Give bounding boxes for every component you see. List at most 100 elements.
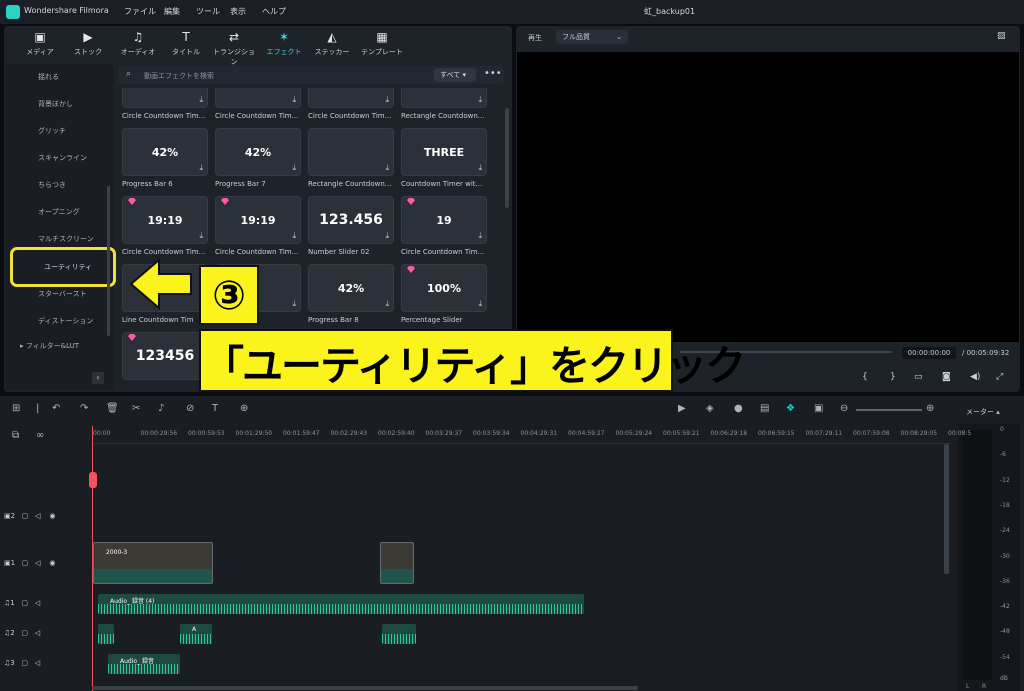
fullscreen-icon[interactable]: ⤢ [996,372,1003,382]
menu-view[interactable]: 表示 [230,6,246,17]
tab-audio[interactable]: ♫ オーディオ [116,30,160,62]
tab-sticker[interactable]: ◭ ステッカー [310,30,354,62]
timeline-hscroll[interactable] [92,686,638,690]
menu-tools[interactable]: ツール [196,6,220,17]
delete-icon[interactable]: 🗑 [106,403,119,414]
meter-bar [962,430,992,680]
audio-clip[interactable]: Audio_ 録音 (4) [98,594,584,614]
effect-card[interactable]: THREE ⤓ Countdown Timer wit... [401,128,491,188]
effect-card[interactable]: 42% ⤓ Progress Bar 8 [308,264,398,324]
link-icon[interactable]: ∞ [36,430,44,441]
category-glitch[interactable]: グリッチ [38,126,66,136]
download-icon[interactable]: ⤓ [292,163,296,173]
zoom-out-icon[interactable]: ⊖ [840,403,848,414]
playhead-handle[interactable] [89,472,97,488]
download-icon[interactable]: ⤓ [199,231,203,241]
cut-icon[interactable]: ✂ [132,403,140,414]
effect-card[interactable]: 42% ⤓ Progress Bar 7 [215,128,305,188]
effect-card[interactable]: 19:19 ⤓ Circle Countdown Tim... [122,196,212,256]
effect-card[interactable]: 123.456 ⤓ Number Slider 02 [308,196,398,256]
display-icon[interactable]: ▭ [914,372,923,382]
voiceover-icon[interactable]: ▤ [760,403,769,414]
effect-card[interactable]: 19:19 ⤓ Circle Countdown Tim... [215,196,305,256]
meter-title[interactable]: メーター ▴ [966,407,1000,417]
category-distortion[interactable]: ディストーション [38,316,93,326]
tab-title[interactable]: T タイトル [164,30,208,62]
quality-dropdown[interactable]: フル品質 ⌄ [556,30,628,44]
download-icon[interactable]: ⤓ [292,231,296,241]
document-title: 虹_backup01 [644,7,696,16]
effect-card[interactable]: ⤓ Circle Countdown Tim... [308,88,398,120]
category-filter-lut[interactable]: ▸ フィルター&LUT [20,341,79,351]
layout-icon[interactable]: ⊞ [12,403,20,414]
tab-template[interactable]: ▦ テンプレート [360,30,404,62]
download-icon[interactable]: ⤓ [385,231,389,241]
download-icon[interactable]: ⤓ [292,299,296,309]
effect-label: Rectangle Countdown... [401,112,485,120]
volume-icon[interactable]: ◀) [970,372,980,382]
pip-icon[interactable]: ▣ [814,403,823,414]
download-icon[interactable]: ⤓ [478,231,482,241]
mic-icon[interactable]: ● [734,403,743,414]
effect-card[interactable]: ⤓ Circle Countdown Tim... [122,88,212,120]
category-background-blur[interactable]: 背景ぼかし [38,99,73,109]
audio-clip[interactable]: A [180,624,212,644]
collapse-sidebar-button[interactable]: ‹ [92,372,104,384]
camera-icon[interactable]: ◙ [942,372,951,382]
shield-icon[interactable]: ◈ [706,403,714,414]
tab-transition[interactable]: ⇄ トランジション [212,30,256,66]
audio-clip[interactable]: Audio_ 録音 [108,654,180,674]
zoom-slider[interactable] [856,409,922,411]
undo-icon[interactable]: ↶ [52,403,60,414]
download-icon[interactable]: ⤓ [478,163,482,173]
menu-help[interactable]: ヘルプ [262,6,286,17]
download-icon[interactable]: ⤓ [292,95,296,105]
category-flicker[interactable]: ちらつき [38,180,66,190]
category-shake[interactable]: 揺れる [38,72,59,82]
more-options-icon[interactable]: ••• [484,68,502,79]
download-icon[interactable]: ⤓ [385,163,389,173]
text-tool-icon[interactable]: T [212,403,218,414]
download-icon[interactable]: ⤓ [199,95,203,105]
ai-icon[interactable]: ❖ [786,403,795,414]
redo-icon[interactable]: ↷ [80,403,88,414]
download-icon[interactable]: ⤓ [478,95,482,105]
audio-edit-icon[interactable]: ♪ [158,403,164,414]
effect-card[interactable]: ⤓ Rectangle Countdown... [401,88,491,120]
tab-media[interactable]: ▣ メディア [18,30,62,62]
menu-edit[interactable]: 編集 [164,6,180,17]
playhead[interactable] [92,426,93,691]
category-opening[interactable]: オープニング [38,207,80,217]
effect-card[interactable]: 19 ⤓ Circle Countdown Tim... [401,196,491,256]
download-icon[interactable]: ⤓ [385,299,389,309]
download-icon[interactable]: ⤓ [478,299,482,309]
tab-stock[interactable]: ▶ ストック [66,30,110,62]
category-starburst[interactable]: スターバースト [38,289,87,299]
download-icon[interactable]: ⤓ [199,163,203,173]
category-multiscreen[interactable]: マルチスクリーン [38,234,94,244]
render-icon[interactable]: ▶ [678,403,686,414]
add-track-icon[interactable]: ⧉ [12,430,19,441]
speed-icon[interactable]: ⊕ [240,403,248,414]
filter-dropdown[interactable]: すべて ▾ [434,68,476,82]
snapshot-icon[interactable]: ▨ [997,31,1006,41]
category-scanline[interactable]: スキャンライン [38,153,87,163]
effect-card[interactable]: ⤓ Rectangle Countdown... [308,128,398,188]
zoom-in-icon[interactable]: ⊕ [926,403,934,414]
effect-card[interactable]: ⤓ Circle Countdown Tim... [215,88,305,120]
effect-card[interactable]: 100% ⤓ Percentage Slider [401,264,491,324]
timeline-vscroll[interactable] [944,444,949,574]
tab-effect[interactable]: ✶ エフェクト [262,30,306,62]
effects-scrollbar[interactable] [505,108,509,208]
menu-file[interactable]: ファイル [124,6,156,17]
tag-icon[interactable]: ⊘ [186,403,194,414]
download-icon[interactable]: ⤓ [385,95,389,105]
effect-card[interactable]: 42% ⤓ Progress Bar 6 [122,128,212,188]
audio-clip[interactable] [382,624,416,644]
video-clip[interactable] [380,542,414,584]
mark-out-icon[interactable]: } [890,372,896,382]
category-scrollbar[interactable] [107,186,110,336]
mark-in-icon[interactable]: { [862,372,868,382]
video-clip[interactable]: 2000-3 [93,542,213,584]
audio-clip[interactable] [98,624,114,644]
